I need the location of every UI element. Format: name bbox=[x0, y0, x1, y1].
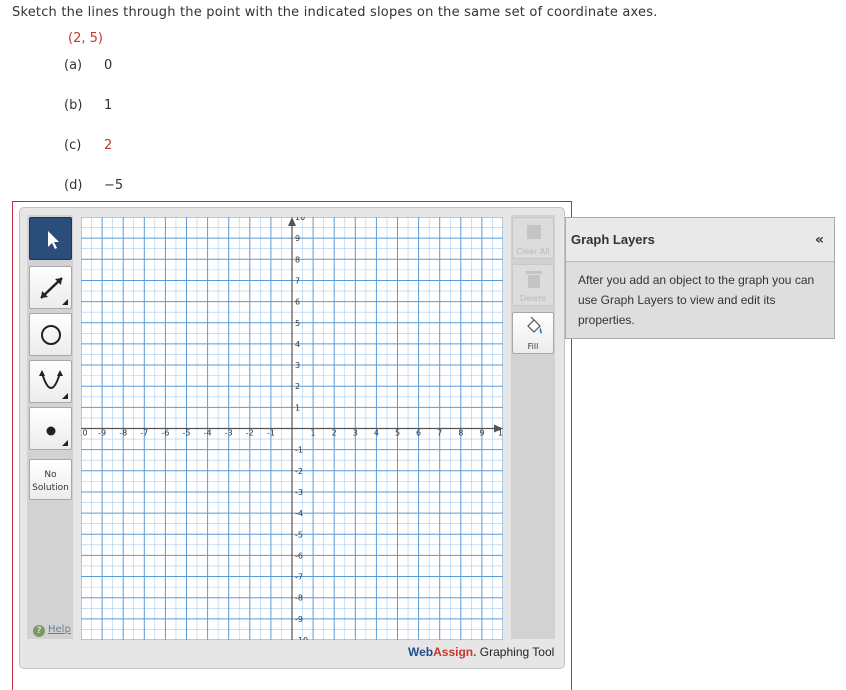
question-text: Sketch the lines through the point with … bbox=[12, 5, 658, 20]
x-tick-label: 7 bbox=[437, 429, 442, 438]
coordinate-grid[interactable]: -10 -9 -8 -7 -6 -5 -4 -3 -2 -1 1 2 3 4 5 6 7 8 9 10 10 9 8 7 6 5 4… bbox=[81, 217, 503, 640]
part-label: (d) bbox=[64, 178, 83, 193]
brand-assign: Assign. bbox=[433, 645, 477, 659]
submenu-indicator-icon bbox=[62, 299, 68, 305]
x-tick-label: -8 bbox=[119, 429, 127, 438]
y-tick-label: -3 bbox=[295, 488, 303, 497]
part-label: (b) bbox=[64, 98, 83, 113]
help-link[interactable]: Help bbox=[48, 624, 71, 635]
part-label: (c) bbox=[64, 138, 82, 153]
part-a: (a) 0 bbox=[64, 58, 112, 73]
y-tick-label: 7 bbox=[295, 276, 300, 285]
circle-icon bbox=[41, 325, 61, 345]
x-tick-label: -10 bbox=[81, 429, 88, 438]
x-tick-label: 1 bbox=[311, 429, 316, 438]
parabola-tool-button[interactable] bbox=[29, 360, 72, 403]
pointer-tool-button[interactable] bbox=[29, 217, 72, 260]
y-tick-label: 2 bbox=[295, 382, 300, 391]
part-value: 2 bbox=[104, 138, 113, 153]
x-tick-label: -1 bbox=[267, 429, 275, 438]
y-tick-label: 10 bbox=[295, 217, 305, 222]
submenu-indicator-icon bbox=[62, 440, 68, 446]
y-tick-label: -2 bbox=[295, 467, 303, 476]
delete-button[interactable]: Delete bbox=[512, 264, 554, 306]
part-value: 0 bbox=[104, 58, 113, 73]
y-tick-label: 1 bbox=[295, 403, 300, 412]
part-c: (c) 2 bbox=[64, 138, 112, 153]
y-tick-label: -4 bbox=[295, 509, 303, 518]
x-tick-label: 2 bbox=[332, 429, 337, 438]
no-solution-button[interactable]: No Solution bbox=[29, 459, 72, 500]
line-tool-button[interactable] bbox=[29, 266, 72, 309]
part-b: (b) 1 bbox=[64, 98, 112, 113]
graph-layers-title: Graph Layers bbox=[571, 232, 655, 247]
given-point: (2, 5) bbox=[68, 31, 103, 46]
pointer-icon bbox=[48, 231, 59, 249]
y-tick-label: 5 bbox=[295, 319, 300, 328]
x-tick-label: 8 bbox=[458, 429, 463, 438]
x-tick-label: -2 bbox=[246, 429, 254, 438]
graph-layers-message: After you add an object to the graph you… bbox=[578, 273, 815, 327]
collapse-icon[interactable]: « bbox=[815, 232, 824, 248]
x-tick-label: -7 bbox=[140, 429, 148, 438]
y-tick-label: -5 bbox=[295, 530, 303, 539]
y-tick-label: 9 bbox=[295, 234, 300, 243]
fill-label: Fill bbox=[527, 342, 539, 351]
x-tick-label: 5 bbox=[395, 429, 400, 438]
part-d: (d) −5 bbox=[64, 178, 123, 193]
clear-icon bbox=[527, 225, 541, 239]
delete-label: Delete bbox=[519, 294, 547, 303]
point-tool-button[interactable] bbox=[29, 407, 72, 450]
graph-layers-panel: Graph Layers « After you add an object t… bbox=[565, 217, 835, 339]
x-tick-label: 6 bbox=[416, 429, 421, 438]
x-tick-label: -9 bbox=[98, 429, 106, 438]
no-solution-line1: No bbox=[44, 470, 57, 480]
fill-button[interactable]: Fill bbox=[512, 312, 554, 354]
paint-bucket-icon bbox=[527, 316, 542, 334]
no-solution-line2: Solution bbox=[32, 483, 69, 493]
brand-suffix: Graphing Tool bbox=[476, 645, 555, 659]
clear-all-label: Clear All bbox=[516, 247, 550, 256]
part-value: −5 bbox=[104, 178, 124, 193]
graph-layers-header: Graph Layers « bbox=[566, 218, 834, 262]
x-tick-label: 10 bbox=[498, 429, 503, 438]
part-label: (a) bbox=[64, 58, 83, 73]
x-tick-label: -4 bbox=[204, 429, 212, 438]
submenu-indicator-icon bbox=[62, 393, 68, 399]
clear-all-button[interactable]: Clear All bbox=[512, 217, 554, 259]
x-tick-label: 3 bbox=[353, 429, 358, 438]
y-tick-label: -6 bbox=[295, 551, 303, 560]
x-tick-label: 9 bbox=[479, 429, 484, 438]
circle-tool-button[interactable] bbox=[29, 313, 72, 356]
y-tick-label: -1 bbox=[295, 446, 303, 455]
graph-canvas[interactable]: -10 -9 -8 -7 -6 -5 -4 -3 -2 -1 1 2 3 4 5 6 7 8 9 10 10 9 8 7 6 5 4… bbox=[81, 217, 503, 640]
y-tick-label: 3 bbox=[295, 361, 300, 370]
y-tick-label: 4 bbox=[295, 340, 300, 349]
x-tick-label: 4 bbox=[374, 429, 379, 438]
help-icon[interactable]: ? bbox=[33, 625, 45, 637]
part-value: 1 bbox=[104, 98, 113, 113]
y-tick-label: -9 bbox=[295, 615, 303, 624]
y-tick-label: 6 bbox=[295, 298, 300, 307]
y-tick-label: -8 bbox=[295, 594, 303, 603]
y-tick-label: -7 bbox=[295, 573, 303, 582]
brand-web: Web bbox=[408, 645, 434, 659]
webassign-brand: WebAssign. Graphing Tool bbox=[408, 645, 554, 659]
x-tick-label: -5 bbox=[183, 429, 191, 438]
x-tick-label: -3 bbox=[225, 429, 233, 438]
x-tick-label: -6 bbox=[161, 429, 169, 438]
trash-icon bbox=[526, 271, 542, 288]
y-tick-label: 8 bbox=[295, 255, 300, 264]
y-tick-label: -10 bbox=[295, 636, 308, 640]
